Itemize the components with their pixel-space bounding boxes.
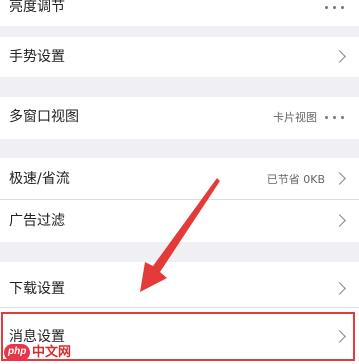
more-dots-icon[interactable]: [325, 116, 345, 120]
settings-item-brightness[interactable]: 亮度调节: [0, 0, 359, 26]
settings-item-label: 手势设置: [9, 49, 65, 65]
settings-item-ad-filter[interactable]: 广告过滤: [0, 200, 359, 242]
settings-item-value: 卡片视图: [273, 111, 317, 124]
settings-item-label: 多窗口视图: [9, 109, 79, 125]
settings-list: 亮度调节 手势设置 多窗口视图 卡片视图 极速/省流 已节省 0KB 广告过滤 …: [0, 0, 359, 364]
chevron-right-icon: [333, 282, 346, 295]
settings-item-multi-window[interactable]: 多窗口视图 卡片视图: [0, 97, 359, 139]
chevron-right-icon: [333, 50, 346, 63]
settings-item-label: 广告过滤: [9, 213, 65, 229]
chevron-right-icon: [333, 214, 346, 227]
chevron-right-icon: [333, 172, 346, 185]
chevron-right-icon: [333, 330, 346, 343]
settings-item-label: 消息设置: [9, 329, 65, 345]
watermark-badge-text: php: [8, 346, 27, 357]
settings-item-value: 已节省 0KB: [266, 173, 325, 186]
watermark: php 中文网: [4, 343, 84, 363]
watermark-badge: php: [4, 344, 30, 361]
settings-item-label: 亮度调节: [9, 0, 65, 15]
settings-item-label: 极速/省流: [9, 171, 70, 187]
more-dots-icon[interactable]: [325, 6, 345, 10]
watermark-text: 中文网: [32, 345, 72, 360]
settings-item-speed-saving[interactable]: 极速/省流 已节省 0KB: [0, 158, 359, 199]
settings-item-gesture[interactable]: 手势设置: [0, 37, 359, 77]
settings-item-download[interactable]: 下载设置: [0, 262, 359, 307]
settings-item-label: 下载设置: [9, 281, 65, 297]
